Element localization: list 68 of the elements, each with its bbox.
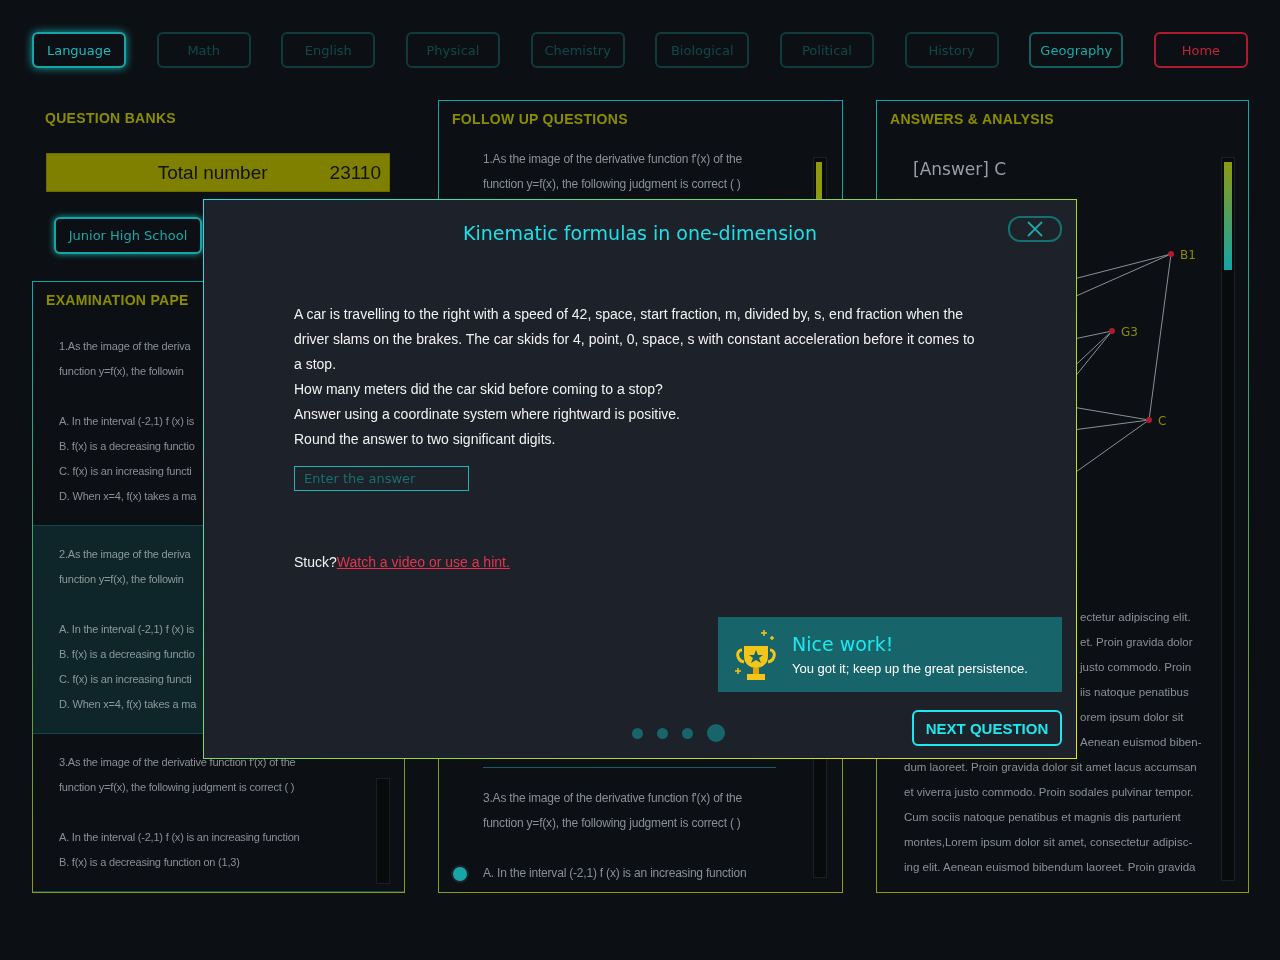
- scrollbar[interactable]: [1221, 157, 1235, 881]
- question-text: function y=f(x), the following judgment is correct ( ): [59, 780, 295, 795]
- analysis-text: dum laoreet. Proin gravida dolor sit amet lacus accumsan: [904, 760, 1197, 775]
- scrollbar[interactable]: [813, 756, 827, 878]
- option-text: B. f(x) is a decreasing functio: [59, 439, 195, 454]
- subject-tab[interactable]: Geography: [1029, 32, 1124, 68]
- analysis-text: Cum sociis natoque penatibus et magnis dis parturient: [904, 810, 1181, 825]
- close-button[interactable]: [1008, 216, 1062, 242]
- subject-tab[interactable]: Language: [32, 32, 126, 68]
- analysis-text: iis natoque penatibus: [1080, 685, 1189, 700]
- problem-text: Answer using a coordinate system where rightward is positive.: [294, 405, 681, 424]
- option-text: B. f(x) is a decreasing functio: [59, 647, 195, 662]
- stuck-text: Stuck?: [294, 554, 337, 570]
- option-text: C. f(x) is an increasing functi: [59, 464, 192, 479]
- toast-title: Nice work!: [792, 633, 895, 655]
- answer-text: [Answer] C: [913, 159, 1008, 179]
- node-label: B1: [1180, 248, 1196, 262]
- analysis-text: ectetur adipiscing elit.: [1080, 610, 1191, 625]
- page-dot[interactable]: [706, 724, 725, 742]
- analysis-text: ing elit. Aenean euismod bibendum laoreet. Proin gravida: [904, 860, 1196, 875]
- option-text: B. f(x) is a decreasing function on (1,3): [59, 855, 240, 870]
- page-dot[interactable]: [656, 727, 668, 739]
- question-text: 2.As the image of the deriva: [59, 547, 191, 562]
- total-label: Total number: [157, 161, 268, 184]
- question-text: 1.As the image of the deriva: [59, 339, 191, 354]
- option-text: A. In the interval (-2,1) f (x) is an increasing function: [59, 830, 300, 845]
- graph-node: [1109, 328, 1115, 334]
- analysis-text: Aenean euismod biben-: [1080, 735, 1202, 750]
- question-text: function y=f(x), the followin: [59, 572, 184, 587]
- section-heading: EXAMINATION PAPE: [46, 292, 190, 308]
- dialog-title: Kinematic formulas in one-dimension: [462, 221, 817, 244]
- node-label: G3: [1121, 325, 1138, 339]
- option-text: A. In the interval (-2,1) f (x) is: [59, 414, 195, 429]
- analysis-text: et. Proin gravida dolor: [1080, 635, 1193, 650]
- section-heading: FOLLOW UP QUESTIONS: [452, 111, 629, 127]
- graph-node: [1168, 251, 1174, 257]
- question-text: function y=f(x), the following judgment is correct ( ): [483, 815, 741, 832]
- option-text: C. f(x) is an increasing functi: [59, 672, 192, 687]
- analysis-text: orem ipsum dolor sit: [1080, 710, 1184, 725]
- option-text: D. When x=4, f(x) takes a ma: [59, 697, 197, 712]
- option-text: A. In the interval (-2,1) f (x) is an increasing function: [483, 865, 747, 882]
- question-text: function y=f(x), the following judgment is correct ( ): [483, 176, 741, 193]
- answer-input[interactable]: Enter the answer: [294, 466, 469, 491]
- question-text: 3.As the image of the derivative function f'(x) of the: [483, 790, 742, 807]
- problem-text: How many meters did the car skid before coming to a stop?: [294, 380, 664, 399]
- hint-link[interactable]: Watch a video or use a hint.: [336, 554, 510, 570]
- node-label: C: [1158, 414, 1167, 428]
- question-text: 1.As the image of the derivative function f'(x) of the: [483, 151, 742, 168]
- section-heading: ANSWERS & ANALYSIS: [890, 111, 1055, 127]
- radio-button[interactable]: [451, 864, 469, 883]
- analysis-text: justo commodo. Proin: [1080, 660, 1192, 675]
- option-text: A. In the interval (-2,1) f (x) is: [59, 622, 195, 637]
- total-value: 23110: [329, 161, 381, 184]
- home-button[interactable]: Home: [1153, 32, 1248, 68]
- problem-text: A car is travelling to the right with a speed of 42, space, start fraction, m, divided by, s, end fraction when the driver slams on the brakes. The car skids for 4, point, 0, space, s with constant acceleration before it comes to a stop.: [294, 305, 976, 374]
- page-dot[interactable]: [631, 727, 643, 739]
- analysis-text: montes,Lorem ipsum dolor sit amet, consectetur adipisc-: [904, 835, 1193, 850]
- graph-node: [1146, 417, 1152, 423]
- question-text: function y=f(x), the followin: [59, 364, 184, 379]
- problem-text: Round the answer to two significant digits.: [294, 430, 557, 449]
- level-button[interactable]: Junior High School: [54, 217, 202, 254]
- option-text: D. When x=4, f(x) takes a ma: [59, 489, 197, 504]
- analysis-text: et viverra justo commodo. Proin sodales pulvinar tempor.: [904, 785, 1194, 800]
- next-question-button[interactable]: NEXT QUESTION: [912, 710, 1062, 746]
- page-dot[interactable]: [681, 727, 693, 739]
- section-heading: QUESTION BANKS: [45, 110, 177, 126]
- close-icon: [1027, 221, 1043, 237]
- toast-message: You got it; keep up the great persistence.: [792, 661, 1028, 676]
